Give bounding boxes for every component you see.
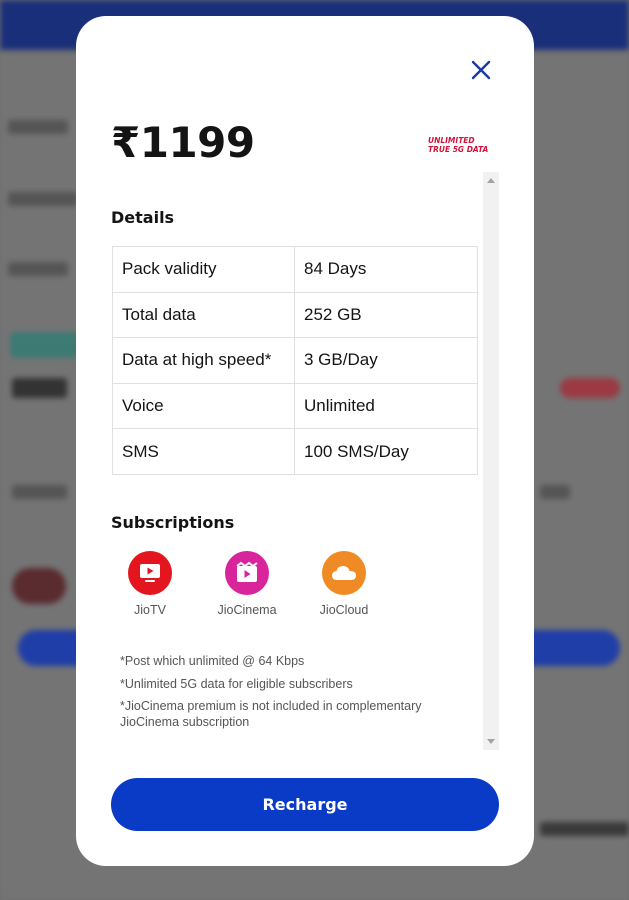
subscription-label: JioTV	[134, 603, 166, 617]
background-text	[540, 485, 570, 499]
close-icon	[471, 60, 491, 80]
details-heading: Details	[111, 208, 175, 227]
subscription-jiocloud[interactable]: JioCloud	[299, 551, 389, 617]
row-label: Voice	[112, 382, 295, 430]
subscription-jiotv[interactable]: JioTV	[105, 551, 195, 617]
recharge-button[interactable]: Recharge	[111, 778, 499, 831]
modal-scrollbar[interactable]	[483, 172, 499, 750]
background-text	[8, 262, 68, 276]
jiotv-icon	[128, 551, 172, 595]
scroll-down-icon[interactable]	[487, 739, 495, 744]
background-tag	[10, 332, 80, 358]
note-text: *Post which unlimited @ 64 Kbps	[120, 654, 305, 668]
background-text	[8, 120, 68, 134]
table-row: Data at high speed* 3 GB/Day	[112, 337, 478, 384]
subscription-label: JioCinema	[217, 603, 277, 617]
subscriptions-heading: Subscriptions	[111, 513, 235, 532]
scroll-thumb[interactable]	[485, 190, 497, 730]
jiocinema-icon	[225, 551, 269, 595]
background-price	[12, 378, 67, 398]
row-value: 100 SMS/Day	[294, 428, 478, 475]
badge-line-2: TRUE 5G DATA	[428, 145, 489, 154]
table-row: SMS 100 SMS/Day	[112, 428, 478, 475]
row-value: Unlimited	[294, 382, 478, 430]
row-label: SMS	[112, 428, 295, 475]
close-button[interactable]	[468, 57, 494, 83]
table-row: Voice Unlimited	[112, 382, 478, 430]
plan-notes: *Post which unlimited @ 64 Kbps *Unlimit…	[120, 654, 480, 737]
row-label: Pack validity	[112, 246, 295, 293]
row-value: 252 GB	[294, 291, 478, 339]
badge-line-1: UNLIMITED	[428, 136, 475, 145]
scroll-up-icon[interactable]	[487, 178, 495, 183]
table-row: Total data 252 GB	[112, 291, 478, 339]
background-badge	[560, 378, 620, 398]
note-text: *JioCinema premium is not included in co…	[120, 699, 422, 729]
jiocloud-icon	[322, 551, 366, 595]
note-text: *Unlimited 5G data for eligible subscrib…	[120, 676, 353, 691]
details-table: Pack validity 84 Days Total data 252 GB …	[112, 246, 478, 475]
background-text	[12, 485, 67, 499]
background-text	[540, 822, 629, 836]
subscription-jiocinema[interactable]: JioCinema	[202, 551, 292, 617]
background-text	[8, 192, 78, 206]
row-label: Total data	[112, 291, 295, 339]
subscription-label: JioCloud	[319, 603, 369, 617]
plan-price: ₹1199	[111, 118, 255, 167]
row-value: 84 Days	[294, 246, 478, 293]
row-value: 3 GB/Day	[294, 337, 478, 384]
background-avatar	[12, 568, 66, 604]
unlimited-5g-badge: UNLIMITED TRUE 5G DATA	[428, 136, 502, 154]
row-label: Data at high speed*	[112, 337, 295, 384]
table-row: Pack validity 84 Days	[112, 246, 478, 293]
